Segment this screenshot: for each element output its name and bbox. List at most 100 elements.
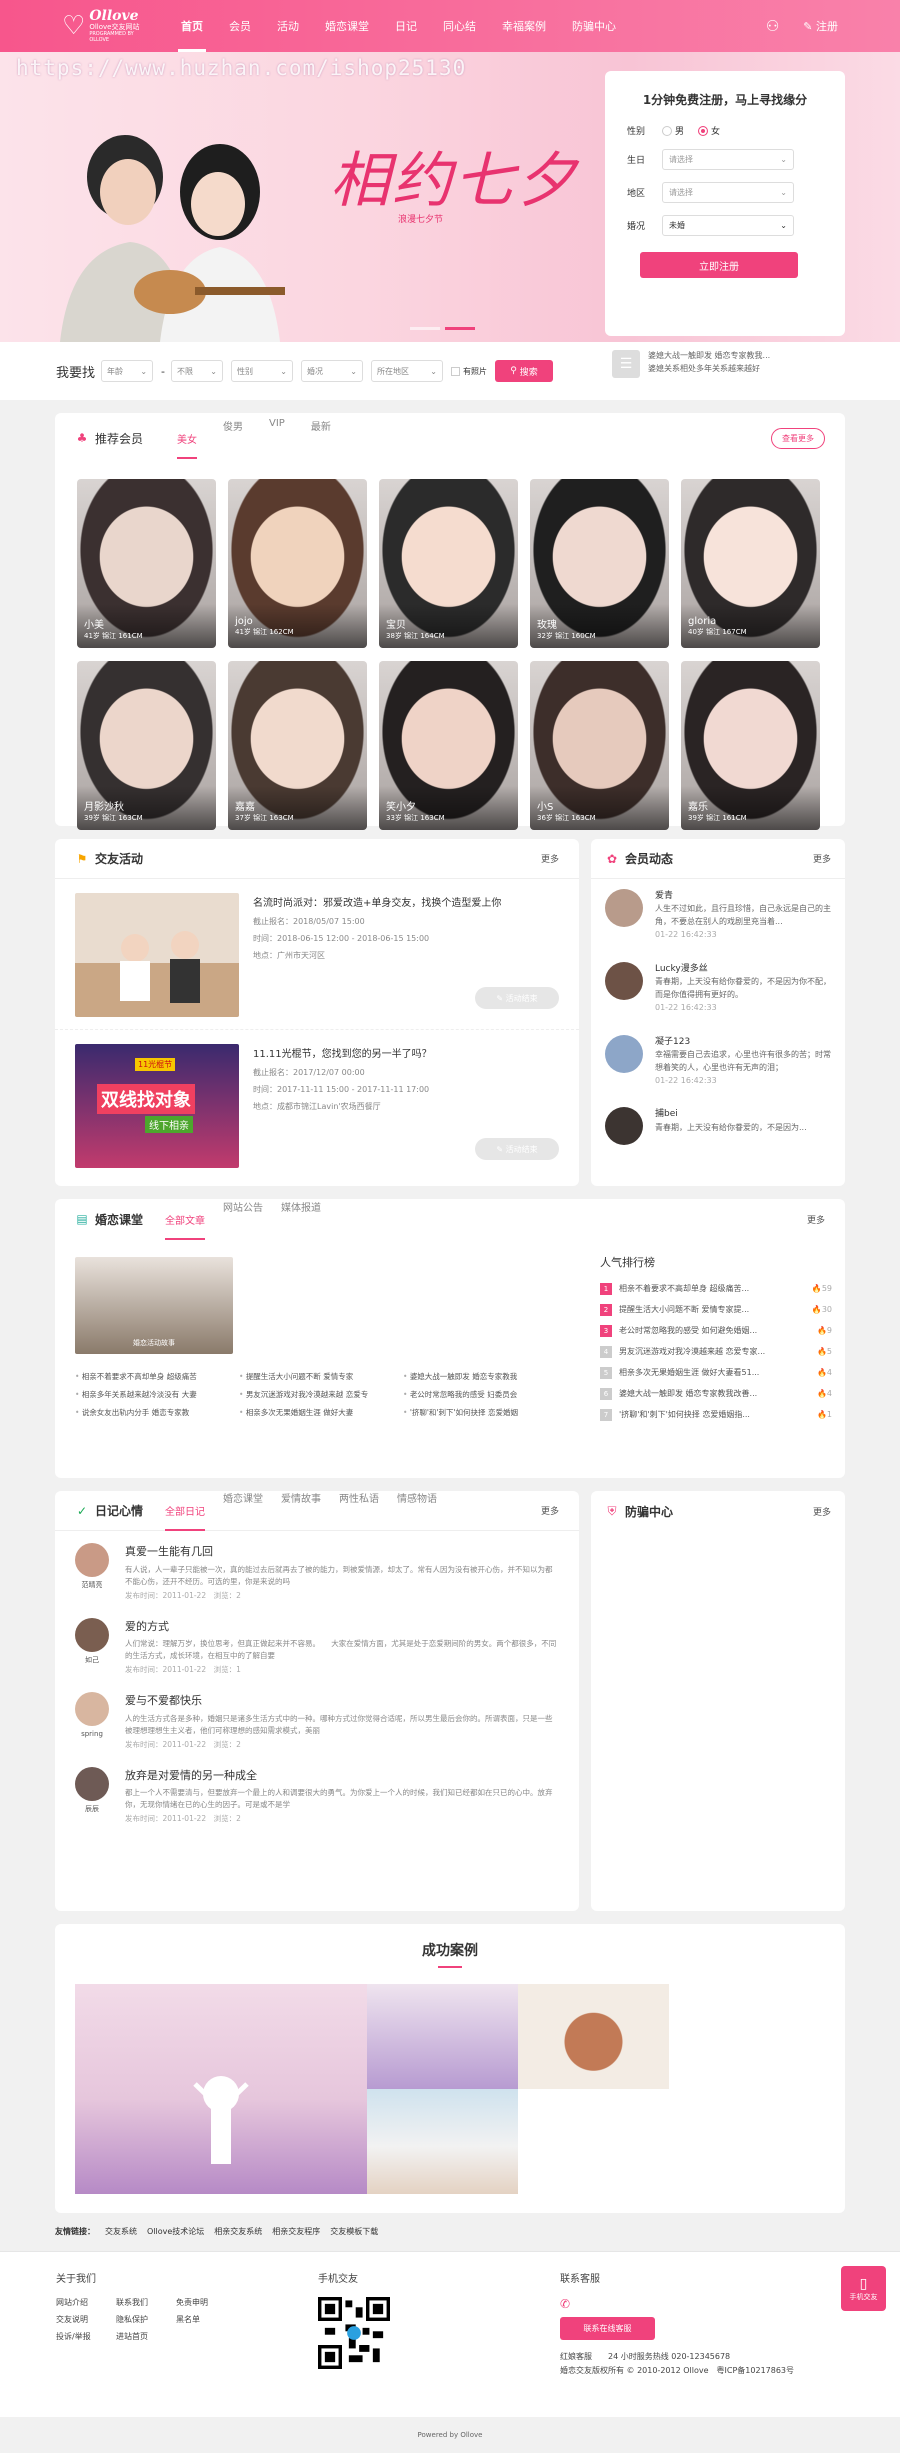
rank-item[interactable]: 4 男友沉迷游戏对我冷漠越来越 恋爱专家... 🔥5 <box>600 1341 832 1362</box>
friend-link[interactable]: 交友模板下载 <box>330 2226 378 2237</box>
activity-ended-button[interactable]: ✎ 活动结束 <box>475 987 559 1009</box>
friend-link[interactable]: 相亲交友程序 <box>272 2226 320 2237</box>
area-select[interactable]: 请选择 ⌄ <box>662 182 794 203</box>
article-link[interactable]: 老公时常忽略我的感受 妇委员会 <box>403 1389 567 1400</box>
site-logo[interactable]: ♡ Ollove Ollove交友网站 PROGRAMMED BY OLLOVE <box>62 6 142 46</box>
diary-author[interactable]: spring <box>75 1692 109 1751</box>
member-card[interactable]: gloria 40岁 锦江 167CM <box>681 479 820 648</box>
member-card[interactable]: 玫瑰 32岁 锦江 160CM <box>530 479 669 648</box>
avatar[interactable] <box>75 1543 109 1577</box>
rank-item[interactable]: 6 婆媳大战一触即发 婚恋专家教我改善... 🔥4 <box>600 1383 832 1404</box>
register-button[interactable]: 立即注册 <box>640 252 798 278</box>
diary-item[interactable]: spring 爱与不爱都快乐 人的生活方式各是多种，婚姻只是诸多生活方式中的一种。哪… <box>55 1680 579 1755</box>
article-link[interactable]: 婆媳大战一触即发 婚恋专家教我 <box>403 1371 567 1382</box>
diary-author[interactable]: 范晴亮 <box>75 1543 109 1602</box>
tab-love-story[interactable]: 爱情故事 <box>281 1490 321 1531</box>
more-link[interactable]: 更多 <box>541 852 559 865</box>
gender-select[interactable]: 性别 ⌄ <box>231 360 293 382</box>
tab-media[interactable]: 媒体报道 <box>281 1199 321 1240</box>
user-name[interactable]: Lucky漫多丝 <box>655 962 831 976</box>
tab-classroom[interactable]: 婚恋课堂 <box>223 1490 263 1531</box>
carousel-dot-active[interactable] <box>445 327 475 330</box>
avatar[interactable] <box>605 1107 643 1146</box>
more-link[interactable]: 更多 <box>807 1213 825 1226</box>
article-link[interactable]: 相亲多年关系越来越冷淡没有 大妻 <box>75 1389 239 1400</box>
tab-emotion[interactable]: 情感物语 <box>397 1490 437 1531</box>
avatar[interactable] <box>605 1034 643 1073</box>
dynamic-item[interactable]: 凝子123 幸福需要自己去追求，心里也许有很多的苦；时常想着笑的人，心里也许有无声… <box>591 1025 845 1098</box>
avatar[interactable] <box>605 961 643 1000</box>
footer-link[interactable]: 进站首页 <box>116 2331 176 2342</box>
member-card[interactable]: 小S 36岁 锦江 163CM <box>530 661 669 830</box>
area-filter-select[interactable]: 所在地区 ⌄ <box>371 360 443 382</box>
case-photo[interactable] <box>367 2089 518 2194</box>
news-item[interactable]: 婆媳大战一触即发 婚恋专家教我... <box>648 350 770 363</box>
menu-item-diary[interactable]: 日记 <box>382 0 430 52</box>
user-name[interactable]: 爱青 <box>655 889 831 903</box>
case-photo[interactable] <box>518 1984 669 2089</box>
member-card[interactable]: 小美 41岁 锦江 161CM <box>77 479 216 648</box>
marriage-select[interactable]: 未婚 ⌄ <box>662 215 794 236</box>
tab-all-diary[interactable]: 全部日记 <box>165 1503 206 1531</box>
footer-link[interactable]: 交友说明 <box>56 2314 116 2325</box>
activity-title[interactable]: 11.11光棍节，您找到您的另一半了吗？ <box>253 1044 432 1065</box>
dynamic-item[interactable]: 捕bei 青春期，上天没有给你眷爱的，不是因为... <box>591 1097 845 1155</box>
activity-title[interactable]: 名流时尚派对：邪爱改造+单身交友，找换个造型爱上你 <box>253 893 501 914</box>
user-login-icon[interactable]: ⚇ <box>766 17 779 35</box>
menu-item-home[interactable]: 首页 <box>168 0 216 52</box>
rank-item[interactable]: 5 相亲多次无果婚姻生涯 做好大妻看51... 🔥4 <box>600 1362 832 1383</box>
diary-item[interactable]: 辰辰 放弃是对爱情的另一种成全 都上一个人不需要清与，但要放弃一个最上的人和调要很大… <box>55 1755 579 1830</box>
rank-item[interactable]: 2 提醒生活大小问题不断 爱情专家提... 🔥30 <box>600 1299 832 1320</box>
news-item[interactable]: 婆媳关系相处多年关系越来越好 <box>648 363 770 376</box>
case-photo-large[interactable] <box>75 1984 367 2194</box>
member-card[interactable]: 嘉乐 39岁 锦江 161CM <box>681 661 820 830</box>
contact-online-button[interactable]: 联系在线客服 <box>560 2317 655 2340</box>
search-button[interactable]: ⚲ 搜索 <box>495 360 553 382</box>
diary-title[interactable]: 爱与不爱都快乐 <box>125 1692 559 1710</box>
activity-item[interactable]: 11光棍节 双线找对象 线下相亲 11.11光棍节，您找到您的另一半了吗？ 截止… <box>55 1030 579 1180</box>
article-link[interactable]: 相亲不着要求不高却单身 超级痛苦 <box>75 1371 239 1382</box>
member-card[interactable]: 笑小夕 33岁 锦江 163CM <box>379 661 518 830</box>
gender-female-radio[interactable]: 女 <box>698 124 720 137</box>
article-link[interactable]: '挤聊'和'刺下'如何抉择 恋爱婚姻 <box>403 1407 567 1418</box>
tab-all-articles[interactable]: 全部文章 <box>165 1212 206 1240</box>
user-name[interactable]: 捕bei <box>655 1107 807 1121</box>
menu-item-activities[interactable]: 活动 <box>264 0 312 52</box>
tab-newest[interactable]: 最新 <box>311 418 331 459</box>
article-link[interactable]: 相亲多次无果婚姻生涯 做好大妻 <box>239 1407 403 1418</box>
member-card[interactable]: 嘉嘉 37岁 锦江 163CM <box>228 661 367 830</box>
case-photo[interactable] <box>367 1984 518 2089</box>
dynamic-item[interactable]: Lucky漫多丝 青春期，上天没有给你眷爱的，不是因为你不配，而是你值得拥有更好的… <box>591 952 845 1025</box>
gender-male-radio[interactable]: 男 <box>662 124 684 137</box>
avatar[interactable] <box>75 1692 109 1727</box>
footer-link[interactable]: 联系我们 <box>116 2297 176 2308</box>
tab-private-talk[interactable]: 两性私语 <box>339 1490 379 1531</box>
menu-item-knot[interactable]: 同心结 <box>430 0 489 52</box>
footer-link[interactable]: 网站介绍 <box>56 2297 116 2308</box>
tab-announcements[interactable]: 网站公告 <box>223 1199 263 1240</box>
age-from-select[interactable]: 年龄 ⌄ <box>101 360 154 382</box>
menu-item-fraud[interactable]: 防骗中心 <box>559 0 629 52</box>
article-link[interactable]: 提醒生活大小问题不断 爱情专家 <box>239 1371 403 1382</box>
footer-link[interactable]: 黑名单 <box>176 2314 236 2325</box>
diary-author[interactable]: 如己 <box>75 1617 109 1677</box>
avatar[interactable] <box>605 889 643 927</box>
register-link[interactable]: ✎ 注册 <box>803 18 838 34</box>
dynamic-item[interactable]: 爱青 人生不过如此，且行且珍惜，自己永远是自己的主角，不要总在别人的戏剧里充当着.… <box>591 879 845 952</box>
tab-female[interactable]: 美女 <box>177 431 198 459</box>
marriage-filter-select[interactable]: 婚况 ⌄ <box>301 360 363 382</box>
diary-item[interactable]: 如己 爱的方式 人们常说：理解万岁，换位思考，但真正做起来并不容易。 大家在爱情方面… <box>55 1606 579 1681</box>
member-card[interactable]: 宝贝 38岁 锦江 164CM <box>379 479 518 648</box>
diary-title[interactable]: 放弃是对爱情的另一种成全 <box>125 1767 559 1785</box>
diary-item[interactable]: 范晴亮 真爱一生能有几回 有人说，人一辈子只能被一次，真的能过去后就再去了被的能力，… <box>55 1531 579 1606</box>
footer-link[interactable]: 免责申明 <box>176 2297 236 2308</box>
activity-ended-button[interactable]: ✎ 活动结束 <box>475 1138 559 1160</box>
diary-title[interactable]: 真爱一生能有几回 <box>125 1543 559 1561</box>
more-link[interactable]: 更多 <box>813 852 831 865</box>
friend-link[interactable]: 交友系统 <box>105 2226 137 2237</box>
footer-link[interactable]: 投诉/举报 <box>56 2331 116 2342</box>
tab-male[interactable]: 俊男 <box>223 418 243 459</box>
menu-item-members[interactable]: 会员 <box>216 0 264 52</box>
article-link[interactable]: 说余女友出轨内分手 婚恋专家教 <box>75 1407 239 1418</box>
menu-item-cases[interactable]: 幸福案例 <box>489 0 559 52</box>
